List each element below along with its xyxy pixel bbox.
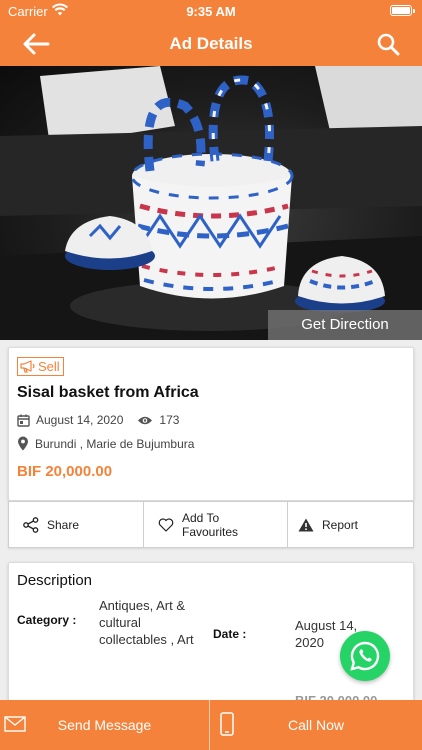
send-message-label: Send Message [57,717,152,733]
calendar-icon [17,414,30,427]
date-label: Date : [213,627,247,641]
favourites-label: Add To Favourites [182,510,239,539]
ad-title: Sisal basket from Africa [17,384,199,401]
badge-label: Sell [38,359,60,374]
report-button[interactable]: Report [288,502,413,547]
status-bar: Carrier 9:35 AM [0,0,422,22]
whatsapp-icon [350,641,380,671]
clock: 9:35 AM [186,4,236,19]
report-label: Report [322,517,359,532]
megaphone-icon [20,360,35,373]
location-row: Burundi , Marie de Bujumbura [17,436,194,451]
share-label: Share [47,517,80,532]
ad-location: Burundi , Marie de Bujumbura [35,436,195,451]
whatsapp-button[interactable] [340,631,390,681]
view-count: 173 [159,413,180,427]
bottom-action-bar: Send Message Call Now [0,700,422,750]
sell-badge: Sell [17,357,64,376]
get-direction-button[interactable]: Get Direction [268,310,422,340]
category-value: Antiques, Art & cultural collectables , … [99,598,194,647]
call-now-button[interactable]: Call Now [210,700,422,750]
search-icon[interactable] [376,32,400,56]
app-bar: Ad Details [0,22,422,66]
location-pin-icon [18,436,28,451]
action-bar: Share Add To Favourites Report [8,501,414,548]
date-views-row: August 14, 2020 173 [17,413,179,427]
send-message-button[interactable]: Send Message [0,700,210,750]
share-button[interactable]: Share [9,502,144,547]
basket-illustration [0,66,422,340]
battery-icon [390,5,415,16]
call-now-label: Call Now [287,717,344,733]
ad-date: August 14, 2020 [36,413,124,427]
ad-price: BIF 20,000.00 [17,463,113,480]
description-heading: Description [17,572,93,589]
eye-icon [138,416,153,424]
share-icon [23,516,39,533]
warning-icon [298,518,314,531]
heart-icon [158,517,174,532]
ad-image[interactable]: Get Direction [0,66,422,340]
ad-info-card: Sell Sisal basket from Africa August 14,… [8,347,414,501]
category-label: Category : [17,613,77,627]
add-to-favourites-button[interactable]: Add To Favourites [144,502,288,547]
page-title: Ad Details [169,34,253,53]
